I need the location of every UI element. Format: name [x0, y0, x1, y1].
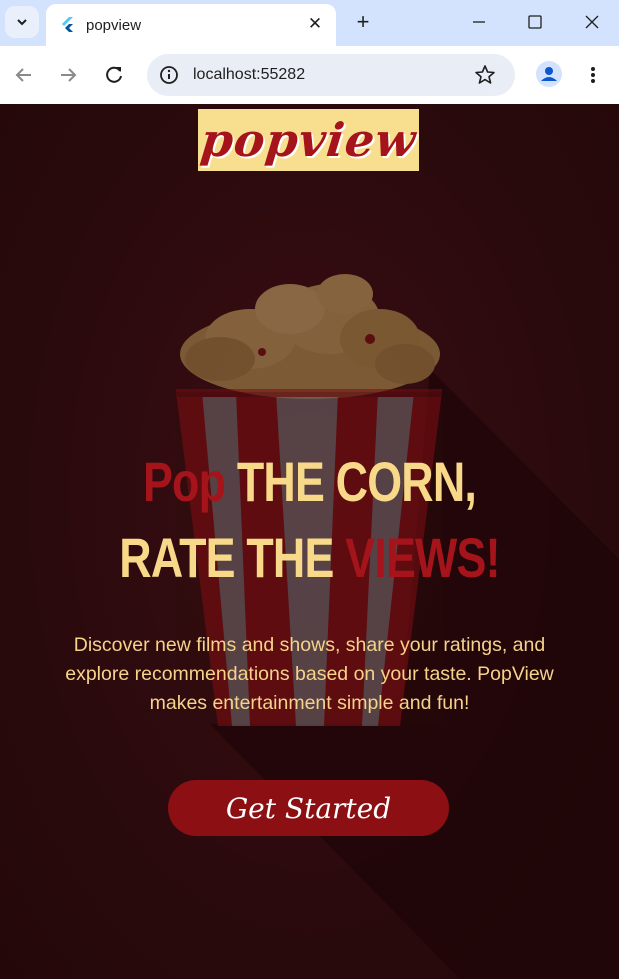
new-tab-button[interactable]: +	[350, 8, 376, 36]
forward-arrow-icon[interactable]	[55, 62, 81, 88]
close-window-icon[interactable]	[581, 8, 603, 36]
site-info-icon[interactable]	[159, 65, 179, 85]
hero-headline: Pop THE CORN, RATE THE VIEWS!	[62, 444, 557, 596]
browser-toolbar: localhost:55282	[0, 46, 619, 104]
bookmark-star-icon[interactable]	[474, 64, 496, 86]
landing-page: popview Pop THE CORN, RATE THE VIEWS! Di…	[0, 104, 619, 979]
get-started-button[interactable]: Get Started	[168, 780, 449, 836]
maximize-icon[interactable]	[524, 8, 546, 36]
more-menu-icon[interactable]	[584, 61, 602, 89]
minimize-icon[interactable]	[468, 8, 490, 36]
close-tab-icon[interactable]: ✕	[304, 13, 326, 35]
headline-accent-views: VIEWS!	[345, 526, 500, 589]
headline-line-1: Pop THE CORN,	[62, 444, 557, 520]
logo-text: popview	[198, 113, 419, 167]
tab-title: popview	[86, 17, 142, 34]
back-arrow-icon[interactable]	[11, 62, 37, 88]
flutter-icon	[62, 17, 73, 32]
hero-description: Discover new films and shows, share your…	[65, 634, 554, 714]
popview-logo: popview	[198, 109, 419, 171]
headline-line-2: RATE THE VIEWS!	[62, 520, 557, 596]
headline-text-corn: THE CORN,	[225, 450, 477, 513]
person-icon	[541, 67, 557, 81]
url-text[interactable]: localhost:55282	[193, 66, 305, 84]
tab-search-button[interactable]	[5, 6, 39, 38]
address-bar[interactable]: localhost:55282	[147, 54, 515, 96]
reload-icon[interactable]	[101, 62, 127, 88]
chevron-down-icon	[17, 19, 27, 26]
headline-accent-pop: Pop	[142, 450, 226, 513]
tab-popview[interactable]: popview ✕	[46, 4, 336, 46]
profile-avatar[interactable]	[536, 61, 562, 87]
browser-tab-strip: popview ✕ +	[0, 0, 619, 46]
headline-text-rate: RATE THE	[119, 526, 346, 589]
